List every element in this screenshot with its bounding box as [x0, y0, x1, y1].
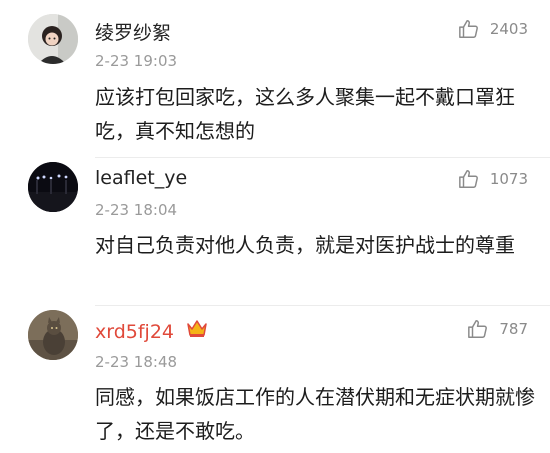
comment-time: 2-23 18:48 [95, 353, 178, 371]
divider [95, 157, 550, 158]
thumbs-up-icon [468, 320, 488, 338]
comment-text: 同感，如果饭店工作的人在潜伏期和无症状期就惨了，还是不敢吃。 [95, 385, 535, 443]
comment-username[interactable]: 绫罗纱絮 [95, 18, 171, 45]
avatar[interactable] [28, 162, 78, 212]
comment-username[interactable]: xrd5fj24 [95, 318, 208, 343]
like-count: 1073 [489, 170, 528, 188]
comment-time: 2-23 18:04 [95, 201, 178, 219]
thumbs-up-icon [458, 20, 478, 38]
like-button[interactable]: 2403 [458, 18, 528, 40]
avatar[interactable] [28, 14, 78, 64]
like-count: 2403 [489, 20, 528, 38]
like-count: 787 [499, 320, 528, 338]
comment-time: 2-23 19:03 [95, 52, 178, 70]
crown-icon [186, 319, 208, 343]
thumbs-up-icon [458, 170, 478, 188]
comment-username-text: xrd5fj24 [95, 321, 175, 343]
comment-text: 对自己负责对他人负责，就是对医护战士的尊重 [95, 233, 515, 257]
avatar[interactable] [28, 310, 78, 360]
divider [95, 305, 550, 306]
like-button[interactable]: 787 [467, 318, 528, 340]
comment-username[interactable]: leaflet_ye [95, 167, 187, 189]
like-button[interactable]: 1073 [458, 168, 528, 190]
comment-text: 应该打包回家吃，这么多人聚集一起不戴口罩狂吃，真不知怎想的 [95, 85, 515, 143]
